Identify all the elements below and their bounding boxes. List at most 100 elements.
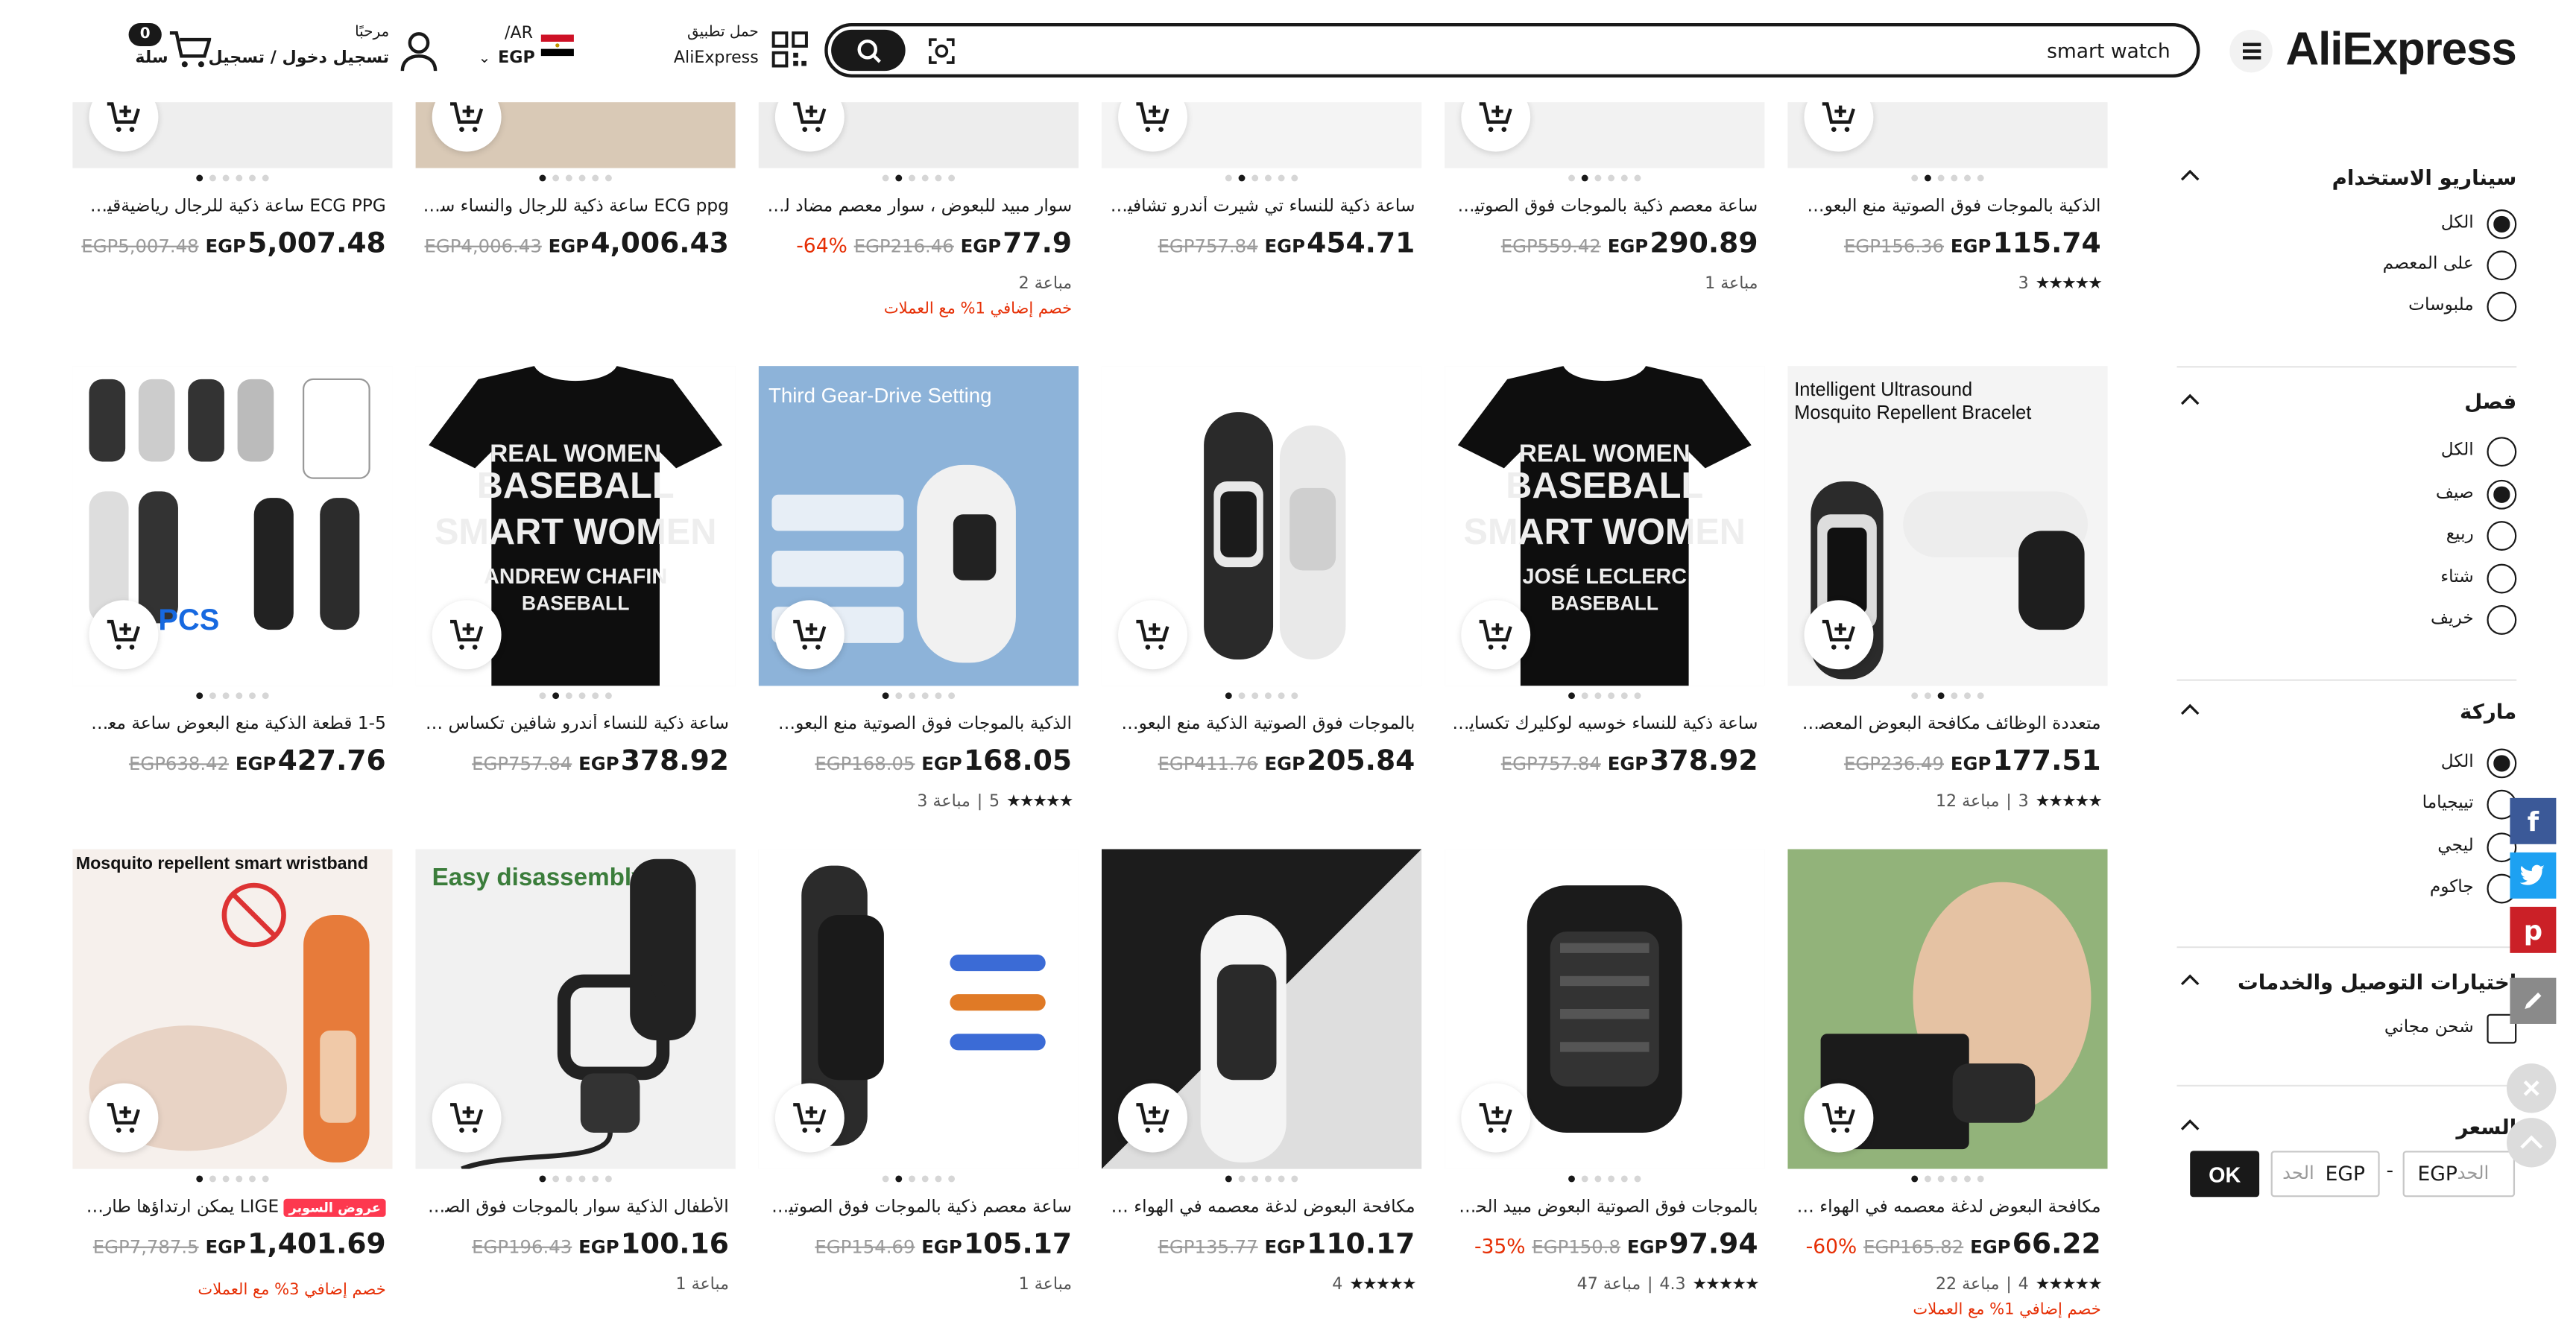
add-to-cart-button[interactable] [1461,1083,1531,1153]
product-title[interactable]: 1-5 قطعة الذكية منع البعوض ساعة معصم ... [79,714,386,734]
free-shipping-option[interactable]: شحن مجاني [2177,1012,2517,1045]
product-image[interactable]: PCS [72,366,393,686]
language-currency-selector[interactable]: /AR EGP ⌄ [475,25,584,78]
aliexpress-logo[interactable]: AliExpress [2286,23,2517,76]
product-image[interactable]: Third Gear-Drive Setting [758,366,1079,686]
filter-season-option[interactable]: خريف [2177,604,2517,636]
chevron-up-icon[interactable] [2180,703,2200,716]
radio-button[interactable] [2487,291,2517,322]
add-to-cart-button[interactable] [1804,1083,1874,1153]
product-title[interactable]: عروض السوبرLIGE يمكن ارتداؤها طارد لبعـ.… [79,1197,386,1217]
product-card[interactable]: Intelligent Ultrasound Mosquito Repellen… [1787,366,2108,828]
image-carousel-dots[interactable] [1787,1175,2107,1189]
close-icon[interactable] [2507,1063,2557,1113]
filter-brand-option[interactable]: جاكوم [2177,872,2517,905]
product-title[interactable]: ساعة ذكية للنساء أندرو شافين تكساس بيسبو… [422,714,729,734]
product-image[interactable]: Mosquito repellent smart wristband [72,849,393,1169]
image-carousel-dots[interactable] [72,174,392,189]
pinterest-share-icon[interactable]: p [2510,906,2557,953]
twitter-share-icon[interactable] [2510,852,2557,899]
image-carousel-dots[interactable] [759,692,1079,706]
back-to-top-icon[interactable] [2507,1118,2557,1168]
product-card[interactable]: بالموجات فوق الصوتية البعوض مبيد الحشرا.… [1445,849,1765,1311]
menu-button[interactable] [2229,29,2273,73]
add-to-cart-button[interactable] [1461,600,1531,670]
radio-button[interactable] [2487,748,2517,779]
image-carousel-dots[interactable] [72,692,392,706]
image-carousel-dots[interactable] [759,174,1079,189]
filter-brand-option[interactable]: تييجياما [2177,788,2517,821]
filter-brand-option[interactable]: ليجي [2177,831,2517,864]
edit-icon[interactable] [2510,978,2557,1024]
radio-button[interactable] [2487,604,2517,635]
radio-button[interactable] [2487,563,2517,594]
image-carousel-dots[interactable] [1102,692,1421,706]
product-title[interactable]: بالموجات فوق الصوتية البعوض مبيد الحشرا.… [1451,1197,1758,1217]
filter-season-option[interactable]: صيف [2177,478,2517,511]
add-to-cart-button[interactable] [774,600,845,670]
add-to-cart-button[interactable] [1118,1083,1188,1153]
filter-usage-option[interactable]: ملبوسات [2177,290,2517,323]
facebook-share-icon[interactable]: f [2510,797,2557,844]
chevron-up-icon[interactable] [2180,393,2200,406]
product-title[interactable]: ساعة ذكية للنساء تي شيرت أندرو تشافين تك… [1108,196,1415,216]
add-to-cart-button[interactable] [432,600,502,670]
filter-usage-option[interactable]: الكل [2177,208,2517,241]
product-image[interactable] [1445,849,1765,1169]
image-search-icon[interactable] [926,37,956,66]
image-carousel-dots[interactable] [1787,692,2107,706]
product-title[interactable]: ساعة معصم ذكية بالموجات فوق الصوتية للأط [1451,196,1758,216]
product-image[interactable] [758,849,1079,1169]
add-to-cart-button[interactable] [774,1083,845,1153]
image-carousel-dots[interactable] [416,1175,736,1189]
product-card[interactable]: Mosquito repellent smart wristband عروض … [72,849,393,1311]
account-menu[interactable]: مرحبًا تسجيل دخول / تسجيل [208,25,442,78]
filter-usage-option[interactable]: على المعصم [2177,249,2517,282]
filter-brand-option[interactable]: الكل [2177,747,2517,779]
image-carousel-dots[interactable] [416,692,736,706]
product-card[interactable]: REAL WOMEN BASEBALL SMART WOMEN ANDREW C… [415,366,736,828]
product-card[interactable]: Third Gear-Drive Setting الذكية بالموجات… [758,366,1079,828]
filter-season-option[interactable]: ربيع [2177,519,2517,552]
product-card[interactable]: ساعة معصم ذكية بالموجات فوق الصوتية ـمـ.… [758,849,1079,1311]
product-title[interactable]: ساعة ذكية للنساء خوسيه لوكليرك تكسايسيو.… [1451,714,1758,734]
price-ok-button[interactable]: OK [2190,1151,2260,1198]
product-card[interactable]: بالموجات فوق الصوتية الذكية منع البعوض .… [1101,366,1422,828]
image-carousel-dots[interactable] [1787,174,2107,189]
product-title[interactable]: الذكية بالموجات فوق الصوتية منع البعوض .… [1794,196,2101,216]
product-title[interactable]: سوار مبيد للبعوض ، سوار معصم مضاد للبعـ.… [765,196,1073,216]
image-carousel-dots[interactable] [1445,1175,1764,1189]
add-to-cart-button[interactable] [432,1083,502,1153]
chevron-up-icon[interactable] [2180,1118,2200,1131]
price-max-input[interactable]: EGP الحد [2270,1151,2380,1198]
radio-button[interactable] [2487,437,2517,467]
product-image[interactable] [1101,366,1422,686]
product-image[interactable]: REAL WOMEN BASEBALL SMART WOMEN ANDREW C… [415,366,736,686]
add-to-cart-button[interactable] [1804,600,1874,670]
image-carousel-dots[interactable] [1445,174,1764,189]
product-title[interactable]: مكافحة البعوض لدغة معصمه في الهواء الطلـ… [1108,1197,1415,1217]
product-image[interactable] [1101,849,1422,1169]
product-title[interactable]: ساعة معصم ذكية بالموجات فوق الصوتية ـمـ.… [765,1197,1073,1217]
product-card[interactable]: Easy disassembly الأطفال الذكية سوار بال… [415,849,736,1311]
product-image[interactable]: Intelligent Ultrasound Mosquito Repellen… [1787,366,2108,686]
search-button[interactable] [831,29,906,72]
product-title[interactable]: بالموجات فوق الصوتية الذكية منع البعوض .… [1108,714,1415,734]
product-image[interactable]: Easy disassembly [415,849,736,1169]
product-image[interactable]: REAL WOMEN BASEBALL SMART WOMEN JOSÉ LEC… [1445,366,1765,686]
image-carousel-dots[interactable] [759,1175,1079,1189]
image-carousel-dots[interactable] [1445,692,1764,706]
product-image[interactable] [1787,849,2108,1169]
product-card[interactable]: REAL WOMEN BASEBALL SMART WOMEN JOSÉ LEC… [1445,366,1765,828]
cart-button[interactable]: 0 سلة [122,20,221,76]
product-card[interactable]: مكافحة البعوض لدغة معصمه في الهواء الطلـ… [1101,849,1422,1311]
filter-season-option[interactable]: شتاء [2177,562,2517,595]
product-card[interactable]: PCS 1-5 قطعة الذكية منع البعوض ساعة معصم… [72,366,393,828]
download-app[interactable]: حمل تطبيق AliExpress [666,25,815,78]
add-to-cart-button[interactable] [1118,600,1188,670]
product-title[interactable]: الذكية بالموجات فوق الصوتية منع البعوض .… [765,714,1073,734]
chevron-up-icon[interactable] [2180,972,2200,986]
search-input[interactable] [1181,36,2171,66]
product-title[interactable]: الأطفال الذكية سوار بالموجات فوق الصوتية… [422,1197,729,1217]
product-title[interactable]: مكافحة البعوض لدغة معصمه في الهواء الطلـ… [1794,1197,2101,1217]
